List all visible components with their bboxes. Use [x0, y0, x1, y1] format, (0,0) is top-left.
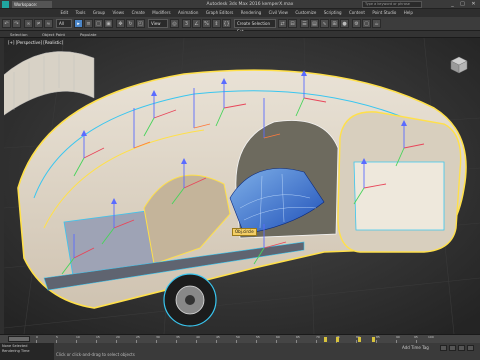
frame-label: 45 — [216, 335, 220, 339]
menu-bar: Edit Tools Group Views Create Modifiers … — [0, 9, 480, 17]
frame-label: 0 — [36, 335, 38, 339]
perspective-viewport[interactable]: [+] [Perspective] [Realistic] Obj.circle — [4, 38, 480, 334]
frame-label: 40 — [196, 335, 200, 339]
time-slider-bar[interactable]: 0 5 10 15 20 25 30 35 40 45 50 55 60 65 … — [0, 334, 480, 344]
named-selection-dropdown[interactable]: Create Selection Set — [234, 19, 276, 34]
frame-label: 25 — [136, 335, 140, 339]
spinner-snap-icon[interactable]: ⇕ — [212, 19, 221, 28]
frame-label: 65 — [296, 335, 300, 339]
reference-coordinate-dropdown[interactable]: View — [148, 19, 168, 28]
graphite-toolbar-icon[interactable]: ▤ — [310, 19, 319, 28]
scene-render — [4, 38, 480, 334]
align-icon[interactable]: ⊟ — [288, 19, 297, 28]
frame-label: 30 — [156, 335, 160, 339]
zoom-extents-icon[interactable] — [467, 345, 474, 351]
ribbon-tab-selection[interactable]: Selection — [10, 31, 28, 38]
window-crossing-icon[interactable]: ▣ — [104, 19, 113, 28]
menu-group[interactable]: Group — [90, 9, 108, 17]
search-input[interactable]: Type a keyword or phrase — [362, 1, 422, 8]
goto-start-icon[interactable] — [440, 345, 447, 351]
frame-label: 35 — [176, 335, 180, 339]
frame-label: 90 — [396, 335, 400, 339]
frame-label: 15 — [96, 335, 100, 339]
selection-filter-dropdown[interactable]: All — [56, 19, 72, 28]
selected-object-tooltip: Obj.circle — [232, 228, 257, 236]
mirror-icon[interactable]: ⇄ — [278, 19, 287, 28]
menu-animation[interactable]: Animation — [175, 9, 201, 17]
menu-views[interactable]: Views — [110, 9, 128, 17]
menu-edit[interactable]: Edit — [57, 9, 71, 17]
menu-help[interactable]: Help — [401, 9, 416, 17]
menu-graph-editors[interactable]: Graph Editors — [203, 9, 236, 17]
app-logo-icon[interactable] — [2, 1, 9, 8]
menu-modifiers[interactable]: Modifiers — [149, 9, 173, 17]
frame-label: 85 — [376, 335, 380, 339]
pivot-icon[interactable]: ◎ — [170, 19, 179, 28]
keyframe-marker[interactable] — [358, 337, 361, 342]
ribbon-tab-object-paint[interactable]: Object Paint — [42, 31, 65, 38]
frame-label: 55 — [256, 335, 260, 339]
frame-label: 10 — [76, 335, 80, 339]
schematic-view-icon[interactable]: ⊞ — [330, 19, 339, 28]
rendered-frame-window-icon[interactable]: ▢ — [362, 19, 371, 28]
frame-label: 60 — [276, 335, 280, 339]
maxscript-listener[interactable]: None Selected Rendering Time — [0, 343, 54, 360]
frame-label: 95 — [414, 335, 418, 339]
render-setup-icon[interactable]: ⚙ — [352, 19, 361, 28]
edit-named-selection-icon[interactable]: {} — [222, 19, 231, 28]
menu-rendering[interactable]: Rendering — [238, 9, 264, 17]
select-by-name-icon[interactable]: ≡ — [84, 19, 93, 28]
maximize-button[interactable]: □ — [458, 1, 467, 8]
time-slider-thumb[interactable] — [8, 336, 30, 342]
redo-icon[interactable]: ↷ — [12, 19, 21, 28]
play-icon[interactable] — [449, 345, 456, 351]
keyframe-marker[interactable] — [372, 337, 375, 342]
title-bar: Workspace: Default Autodesk 3ds Max 2016… — [0, 0, 480, 14]
curve-editor-icon[interactable]: ∿ — [320, 19, 329, 28]
add-time-tag-button[interactable]: Add Time Tag — [402, 345, 429, 350]
scale-icon[interactable]: ◰ — [136, 19, 145, 28]
frame-label: 5 — [56, 335, 58, 339]
keyframe-marker[interactable] — [336, 337, 339, 342]
ribbon-bar: Selection Object Paint Populate — [0, 31, 480, 38]
link-icon[interactable]: ∞ — [24, 19, 33, 28]
close-button[interactable]: ✕ — [469, 1, 478, 8]
rectangular-selection-icon[interactable]: □ — [94, 19, 103, 28]
menu-point-studio[interactable]: Point Studio — [369, 9, 399, 17]
frame-label: 20 — [116, 335, 120, 339]
status-prompt: Click or click-and-drag to select object… — [56, 352, 135, 357]
menu-scripting[interactable]: Scripting — [321, 9, 345, 17]
keyframe-marker[interactable] — [324, 337, 327, 342]
snaps-toggle-icon[interactable]: 3 — [182, 19, 191, 28]
menu-customize[interactable]: Customize — [292, 9, 319, 17]
menu-tools[interactable]: Tools — [73, 9, 89, 17]
layer-explorer-icon[interactable]: ☰ — [300, 19, 309, 28]
ribbon-tab-populate[interactable]: Populate — [80, 31, 97, 38]
menu-create[interactable]: Create — [129, 9, 148, 17]
status-bar: None Selected Rendering Time Click or cl… — [0, 343, 480, 360]
viewport-label[interactable]: [+] [Perspective] [Realistic] — [8, 40, 63, 45]
render-icon[interactable]: ☕ — [372, 19, 381, 28]
menu-content[interactable]: Content — [346, 9, 368, 17]
goto-end-icon[interactable] — [458, 345, 465, 351]
material-editor-icon[interactable]: ● — [340, 19, 349, 28]
angle-snap-icon[interactable]: ∠ — [192, 19, 201, 28]
frame-label: 100 — [428, 335, 434, 339]
maxscript-line: Rendering Time — [2, 349, 30, 353]
viewcube-icon[interactable] — [450, 56, 468, 74]
unlink-icon[interactable]: ≠ — [34, 19, 43, 28]
menu-civil-view[interactable]: Civil View — [266, 9, 291, 17]
bind-space-warp-icon[interactable]: ≈ — [44, 19, 53, 28]
window-title: Autodesk 3ds Max 2016 kemperX.max — [206, 2, 294, 7]
rotate-icon[interactable]: ↻ — [126, 19, 135, 28]
move-icon[interactable]: ✥ — [116, 19, 125, 28]
workspace-dropdown[interactable]: Workspace: Default — [12, 1, 52, 14]
frame-label: 70 — [316, 335, 320, 339]
undo-icon[interactable]: ↶ — [2, 19, 11, 28]
percent-snap-icon[interactable]: % — [202, 19, 211, 28]
main-toolbar: ↶ ↷ ∞ ≠ ≈ All ▸ ≡ □ ▣ ✥ ↻ ◰ View ◎ 3 ∠ %… — [0, 17, 480, 34]
select-object-icon[interactable]: ▸ — [74, 19, 83, 28]
minimize-button[interactable]: _ — [448, 1, 457, 8]
frame-label: 50 — [236, 335, 240, 339]
